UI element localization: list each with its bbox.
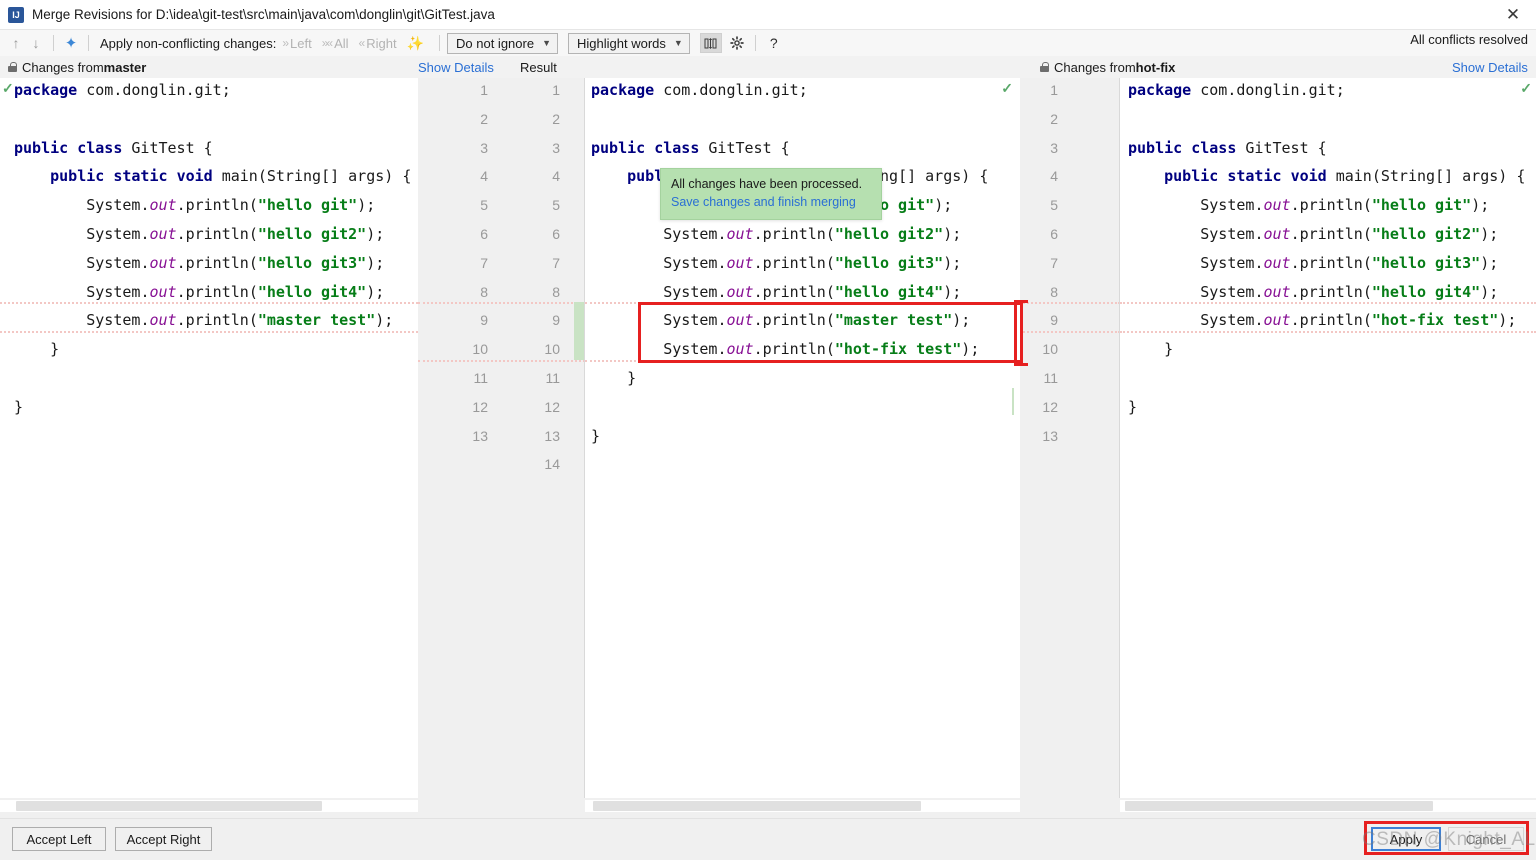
tooltip-line-1: All changes have been processed. [671,177,863,191]
right-hscrollbar[interactable] [1120,800,1536,812]
right-gutter: 1 2 3 4 5 6 7 8 9 10 11 12 13 [1020,78,1120,798]
toolbar-divider [754,35,756,51]
right-panel-prefix: Changes from [1054,59,1136,75]
left-resolved-check-icon: ✓ [2,80,14,96]
left-panel-title: Changes from master [8,56,146,78]
left-hscrollbar[interactable] [0,800,418,812]
help-icon[interactable]: ? [763,33,785,53]
lock-icon [8,62,17,72]
accept-left-button[interactable]: Accept Left [12,827,106,851]
apply-non-conflicting-label: Apply non-conflicting changes: [100,35,277,51]
apply-all-button[interactable]: »« All [322,36,349,51]
apply-non-conflicting-icon[interactable]: ✦ [61,33,81,53]
change-marker-bar [574,302,585,360]
apply-button[interactable]: Apply [1371,827,1441,851]
right-show-details-link[interactable]: Show Details [1452,56,1528,78]
text-caret [1012,388,1014,415]
accept-right-button[interactable]: Accept Right [115,827,212,851]
right-code-text: package com.donglin.git; public class Gi… [1128,81,1526,416]
toolbar-divider [53,35,54,51]
result-code-text: package com.donglin.git; public class Gi… [591,81,989,445]
result-hscrollbar-thumb[interactable] [593,801,921,811]
merge-revisions-window: Merge Revisions for D:\idea\git-test\src… [0,0,1536,860]
left-editor-pane[interactable]: ✓ package com.donglin.git; public class … [0,78,418,798]
close-icon[interactable]: ✕ [1490,0,1536,30]
right-panel-branch: hot-fix [1135,59,1176,75]
apply-right-label: Right [366,35,397,51]
collapse-unchanged-icon[interactable] [699,33,722,53]
left-panel-branch: master [103,59,147,75]
apply-left-label: Left [290,35,312,51]
tooltip-save-link[interactable]: Save changes and finish merging [671,193,871,211]
ignore-policy-value: Do not ignore [456,35,535,51]
apply-right-button[interactable]: « Right [359,36,397,51]
arrow-up-icon[interactable]: ↑ [6,33,26,53]
result-resolved-check-icon: ✓ [1001,80,1013,96]
chevron-left-icon: « [358,36,366,50]
result-panel-title: Result [520,59,557,75]
ignore-policy-select[interactable]: Do not ignore ▼ [447,32,558,54]
panel-header-row: Changes from master Show Details Result … [0,56,1536,78]
left-panel-prefix: Changes from [22,59,104,75]
left-hscrollbar-thumb[interactable] [16,801,322,811]
merge-complete-tooltip: All changes have been processed. Save ch… [660,168,882,220]
right-line-numbers: 1 2 3 4 5 6 7 8 9 10 11 12 13 [1042,82,1058,444]
window-title: Merge Revisions for D:\idea\git-test\src… [32,7,495,22]
toolbar-divider [88,35,89,51]
intellij-idea-icon [8,6,24,23]
highlight-policy-select[interactable]: Highlight words ▼ [568,32,690,54]
title-bar: Merge Revisions for D:\idea\git-test\src… [0,0,1536,30]
editor-area: ✓ package com.donglin.git; public class … [0,78,1536,798]
result-hscrollbar[interactable] [585,800,1020,812]
apply-all-label: All [334,35,349,51]
result-line-numbers: 1 2 3 4 5 6 7 8 9 10 11 12 13 14 [544,82,560,473]
left-show-details-link[interactable]: Show Details [418,56,494,78]
chevron-right-icon: » [282,36,289,50]
toolbar-divider [439,35,441,51]
gear-icon[interactable] [726,33,748,53]
apply-left-button[interactable]: » Left [282,36,311,51]
bottom-button-bar: Accept Left Accept Right Apply Cancel [0,818,1536,860]
highlight-policy-value: Highlight words [577,35,666,51]
magic-wand-icon[interactable]: ✨ [407,35,424,52]
cancel-button[interactable]: Cancel [1448,827,1524,851]
left-code-text: package com.donglin.git; public class Gi… [14,81,412,416]
chevron-down-icon: ▼ [673,38,683,48]
lock-icon [1040,62,1049,72]
chevron-both-icon: »« [321,36,333,50]
right-editor-pane[interactable]: ✓ package com.donglin.git; public class … [1120,78,1536,798]
right-panel-title: Changes from hot-fix [1040,56,1175,78]
chevron-down-icon: ▼ [542,38,551,48]
toolbar: ↑ ↓ ✦ Apply non-conflicting changes: » L… [0,30,1536,56]
arrow-down-icon[interactable]: ↓ [26,33,46,53]
conflicts-status-label: All conflicts resolved [1410,32,1528,47]
right-hscrollbar-thumb[interactable] [1125,801,1433,811]
left-line-numbers: 1 2 3 4 5 6 7 8 9 10 11 12 13 [472,82,488,444]
center-gutter: 1 2 3 4 5 6 7 8 9 10 11 12 13 1 2 3 4 5 6 7 8 9 10 11 12 13 14 [418,78,585,798]
